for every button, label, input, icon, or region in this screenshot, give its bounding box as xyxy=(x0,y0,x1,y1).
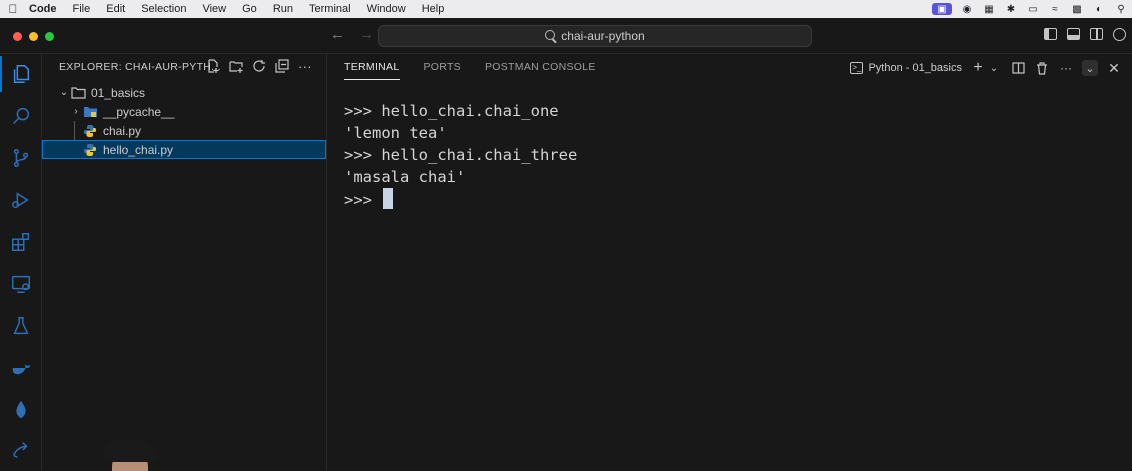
explorer-actions: ··· xyxy=(206,59,312,74)
python-file-icon xyxy=(82,124,98,138)
extensions-icon[interactable] xyxy=(9,230,33,254)
zoom-window-button[interactable] xyxy=(45,32,54,41)
tree-file-hello-chai[interactable]: hello_chai.py xyxy=(42,140,326,159)
bluetooth-icon[interactable]: ✱ xyxy=(1004,3,1018,15)
chevron-down-icon: ⌄ xyxy=(59,87,69,98)
terminal-dropdown-icon[interactable]: ⌄ xyxy=(986,60,1002,76)
macos-menubar:  Code File Edit Selection View Go Run T… xyxy=(0,0,1132,18)
activity-bar xyxy=(0,54,42,471)
tree-label: chai.py xyxy=(103,123,142,138)
forward-arrow-icon[interactable]: → xyxy=(359,26,374,43)
window-controls xyxy=(13,32,54,41)
terminal-line: 'lemon tea' xyxy=(344,124,447,142)
more-actions-icon[interactable]: ··· xyxy=(1058,60,1074,76)
close-window-button[interactable] xyxy=(13,32,22,41)
screen-share-icon[interactable]: ▣ xyxy=(932,3,952,15)
refresh-icon[interactable] xyxy=(252,59,266,73)
window-titlebar: ← → chai-aur-python xyxy=(0,18,1132,54)
search-icon xyxy=(545,30,556,40)
terminal-output[interactable]: >>> hello_chai.chai_one 'lemon tea' >>> … xyxy=(344,100,577,210)
menu-file[interactable]: File xyxy=(66,0,100,18)
indent-guide xyxy=(74,121,75,140)
terminal-selector[interactable]: >_ Python - 01_basics xyxy=(850,62,962,74)
status-icons: ▣ ◉ ▦ ✱ ▭ ≈ ▩ ◐ ⚲ xyxy=(932,0,1128,18)
menu-help[interactable]: Help xyxy=(415,0,454,18)
terminal-prompt-line: >>> xyxy=(344,188,577,210)
maximize-panel-icon[interactable]: ⌄ xyxy=(1082,60,1098,76)
menu-edit[interactable]: Edit xyxy=(99,0,134,18)
presenter-hair xyxy=(103,440,157,462)
back-arrow-icon[interactable]: ← xyxy=(330,26,345,43)
close-panel-icon[interactable]: ✕ xyxy=(1106,60,1122,76)
tree-label: hello_chai.py xyxy=(103,142,174,157)
terminal-cursor xyxy=(383,188,394,209)
docker-icon[interactable] xyxy=(9,356,33,380)
tree-folder-pycache[interactable]: › __pycache__ xyxy=(42,102,326,121)
split-terminal-icon[interactable] xyxy=(1010,60,1026,76)
menu-terminal[interactable]: Terminal xyxy=(302,0,360,18)
siri-icon[interactable]: ◐ xyxy=(1092,3,1106,15)
navigation-arrows: ← → xyxy=(330,26,374,43)
terminal-line: >>> hello_chai.chai_one xyxy=(344,102,559,120)
folder-open-icon xyxy=(70,86,86,100)
collapse-all-icon[interactable] xyxy=(275,59,289,73)
mongodb-icon[interactable] xyxy=(9,398,33,422)
chevron-right-icon: › xyxy=(74,106,78,117)
kill-terminal-icon[interactable] xyxy=(1034,60,1050,76)
search-view-icon[interactable] xyxy=(9,104,33,128)
wifi-icon[interactable]: ≈ xyxy=(1048,3,1062,15)
search-text: chai-aur-python xyxy=(561,29,645,43)
tab-ports[interactable]: PORTS xyxy=(424,54,461,80)
source-control-icon[interactable] xyxy=(9,146,33,170)
tree-folder-01-basics[interactable]: ⌄ 01_basics xyxy=(42,83,326,102)
menu-selection[interactable]: Selection xyxy=(134,0,195,18)
control-grid-icon[interactable]: ▦ xyxy=(982,3,996,15)
terminal-prompt: >>> xyxy=(344,191,382,209)
spotlight-icon[interactable]: ⚲ xyxy=(1114,3,1128,15)
control-center-icon[interactable]: ▩ xyxy=(1070,3,1084,15)
tree-file-chai[interactable]: chai.py xyxy=(42,121,326,140)
tab-postman-console[interactable]: POSTMAN CONSOLE xyxy=(485,54,596,80)
file-tree: ⌄ 01_basics › __pycache__ chai.py hello_… xyxy=(42,83,326,159)
layout-controls xyxy=(1044,28,1126,41)
terminal-line: >>> hello_chai.chai_three xyxy=(344,146,578,164)
webcam-overlay xyxy=(100,440,158,471)
run-debug-icon[interactable] xyxy=(9,188,33,212)
explorer-icon[interactable] xyxy=(0,56,33,92)
terminal-line: 'masala chai' xyxy=(344,168,466,186)
command-center-search[interactable]: chai-aur-python xyxy=(378,25,812,47)
panel-actions: >_ Python - 01_basics + ⌄ ··· ⌄ ✕ xyxy=(850,59,1122,76)
toggle-secondary-sidebar-icon[interactable] xyxy=(1090,28,1103,40)
display-icon[interactable]: ▭ xyxy=(1026,3,1040,15)
tab-terminal[interactable]: TERMINAL xyxy=(344,54,400,80)
toggle-panel-icon[interactable] xyxy=(1067,28,1080,40)
new-terminal-icon[interactable]: + xyxy=(970,59,986,76)
new-file-icon[interactable] xyxy=(206,59,220,73)
new-folder-icon[interactable] xyxy=(229,59,243,73)
toggle-primary-sidebar-icon[interactable] xyxy=(1044,28,1057,40)
tree-label: 01_basics xyxy=(91,85,146,100)
menu-go[interactable]: Go xyxy=(235,0,266,18)
minimize-window-button[interactable] xyxy=(29,32,38,41)
menu-run[interactable]: Run xyxy=(266,0,302,18)
tree-label: __pycache__ xyxy=(103,104,175,119)
apple-menu-icon[interactable]:  xyxy=(0,2,22,16)
terminal-icon: >_ xyxy=(850,62,864,74)
panel: TERMINAL PORTS POSTMAN CONSOLE >_ Python… xyxy=(327,54,1132,471)
explorer-header: EXPLORER: CHAI-AUR-PYTH... ··· xyxy=(42,54,326,80)
explorer-sidebar: EXPLORER: CHAI-AUR-PYTH... ··· ⌄ 01_basi… xyxy=(42,54,327,471)
menu-app-name[interactable]: Code xyxy=(22,0,66,18)
postman-icon[interactable] xyxy=(9,438,33,462)
testing-icon[interactable] xyxy=(9,314,33,338)
remote-explorer-icon[interactable] xyxy=(9,272,33,296)
terminal-name: Python - 01_basics xyxy=(868,62,962,74)
record-icon[interactable]: ◉ xyxy=(960,3,974,15)
menu-view[interactable]: View xyxy=(195,0,235,18)
python-file-icon xyxy=(82,143,98,157)
accounts-icon[interactable] xyxy=(1113,28,1126,41)
more-actions-icon[interactable]: ··· xyxy=(298,59,312,74)
folder-icon xyxy=(82,105,98,119)
menu-window[interactable]: Window xyxy=(360,0,415,18)
explorer-title: EXPLORER: CHAI-AUR-PYTH... xyxy=(59,61,221,73)
